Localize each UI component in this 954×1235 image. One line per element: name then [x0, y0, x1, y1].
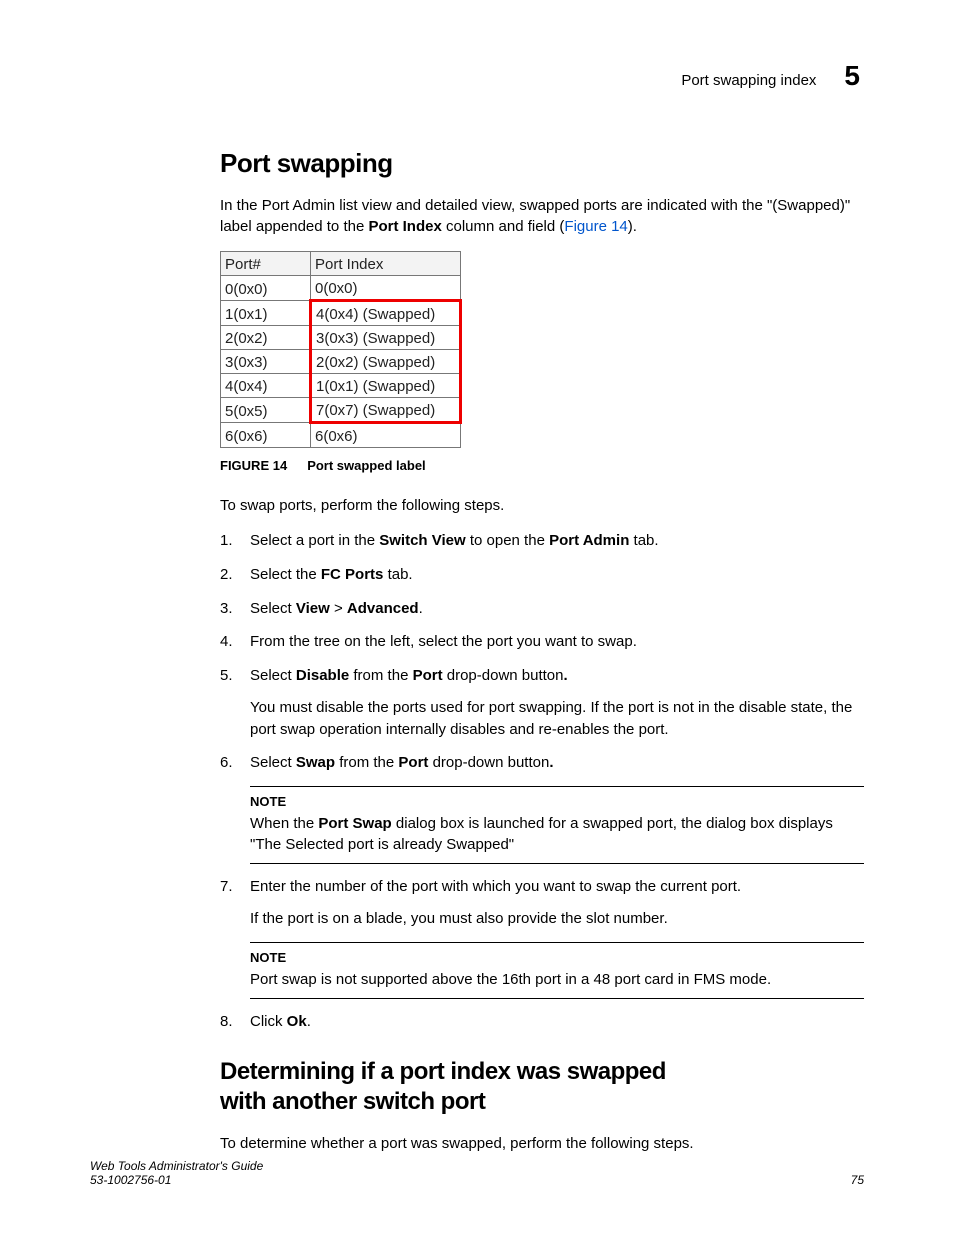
step-text: to open the — [466, 532, 549, 549]
subsection-line1: Determining if a port index was swapped — [220, 1058, 666, 1085]
table-row: 2(0x2) 3(0x3) (Swapped) — [221, 326, 461, 350]
step-8: Click Ok. — [220, 1011, 864, 1033]
cell-index: 1(0x1) (Swapped) — [311, 374, 461, 398]
step-bold: Disable — [296, 667, 349, 684]
page-number: 75 — [851, 1173, 864, 1187]
footer-doc-title: Web Tools Administrator's Guide — [90, 1159, 263, 1173]
page-header: Port swapping index 5 — [90, 60, 864, 92]
table-row: 4(0x4) 1(0x1) (Swapped) — [221, 374, 461, 398]
chapter-number: 5 — [844, 60, 860, 92]
cell-port: 1(0x1) — [221, 301, 311, 326]
cell-index: 7(0x7) (Swapped) — [311, 398, 461, 423]
section-title-determining: Determining if a port index was swapped … — [220, 1057, 864, 1117]
footer-left: Web Tools Administrator's Guide 53-10027… — [90, 1159, 263, 1187]
figure-caption-text: Port swapped label — [307, 458, 425, 473]
step-text: > — [330, 600, 347, 617]
cell-index: 6(0x6) — [311, 423, 461, 448]
step-text: Select — [250, 600, 296, 617]
note-text: When the — [250, 815, 318, 832]
page-content: Port swapping In the Port Admin list vie… — [220, 148, 864, 1154]
table-row: 5(0x5) 7(0x7) (Swapped) — [221, 398, 461, 423]
table-header-row: Port# Port Index — [221, 252, 461, 276]
note-label: NOTE — [250, 949, 864, 967]
step-bold: Port Admin — [549, 532, 629, 549]
step-text: drop-down button — [428, 754, 549, 771]
step-bold: View — [296, 600, 330, 617]
cell-index: 0(0x0) — [311, 276, 461, 301]
step-text: Select — [250, 754, 296, 771]
th-index: Port Index — [311, 252, 461, 276]
step-text: . — [307, 1013, 311, 1030]
steps-intro: To swap ports, perform the following ste… — [220, 495, 864, 516]
cell-port: 5(0x5) — [221, 398, 311, 423]
step-6: Select Swap from the Port drop-down butt… — [220, 752, 864, 864]
subsection-line2: with another switch port — [220, 1088, 485, 1115]
step-text: Click — [250, 1013, 287, 1030]
figure-label: FIGURE 14 — [220, 458, 287, 473]
note-block: NOTE When the Port Swap dialog box is la… — [250, 786, 864, 864]
step-bold: Port — [398, 754, 428, 771]
step-1: Select a port in the Switch View to open… — [220, 530, 864, 552]
step-7: Enter the number of the port with which … — [220, 876, 864, 999]
note-label: NOTE — [250, 793, 864, 811]
step-text: tab. — [629, 532, 658, 549]
cell-index: 2(0x2) (Swapped) — [311, 350, 461, 374]
step-text: Enter the number of the port with which … — [250, 878, 741, 895]
step-2: Select the FC Ports tab. — [220, 564, 864, 586]
note-text: Port swap is not supported above the 16t… — [250, 971, 771, 988]
step-text: Select a port in the — [250, 532, 379, 549]
step-text: Select — [250, 667, 296, 684]
table-row: 1(0x1) 4(0x4) (Swapped) — [221, 301, 461, 326]
step-bold: Switch View — [379, 532, 465, 549]
step-text: from the — [335, 754, 398, 771]
steps-list: Select a port in the Switch View to open… — [220, 530, 864, 1033]
step-4: From the tree on the left, select the po… — [220, 631, 864, 653]
intro-bold: Port Index — [368, 218, 441, 235]
step-5: Select Disable from the Port drop-down b… — [220, 665, 864, 740]
header-section-name: Port swapping index — [681, 72, 816, 89]
cell-port: 4(0x4) — [221, 374, 311, 398]
step-3: Select View > Advanced. — [220, 598, 864, 620]
step-bold: Swap — [296, 754, 335, 771]
step-text: Select the — [250, 566, 321, 583]
step-text: drop-down button — [443, 667, 564, 684]
intro-paragraph: In the Port Admin list view and detailed… — [220, 195, 864, 237]
port-swap-table: Port# Port Index 0(0x0) 0(0x0) 1(0x1) 4(… — [220, 251, 462, 448]
cell-index: 3(0x3) (Swapped) — [311, 326, 461, 350]
cell-port: 0(0x0) — [221, 276, 311, 301]
note-bold: Port Swap — [318, 815, 391, 832]
cell-port: 2(0x2) — [221, 326, 311, 350]
intro-text-b: column and field ( — [442, 218, 565, 235]
step-subtext: You must disable the ports used for port… — [250, 697, 864, 741]
section-title-port-swapping: Port swapping — [220, 148, 864, 179]
th-port: Port# — [221, 252, 311, 276]
step-bold: Ok — [287, 1013, 307, 1030]
table-row: 6(0x6) 6(0x6) — [221, 423, 461, 448]
figure-link[interactable]: Figure 14 — [564, 218, 627, 235]
page-footer: Web Tools Administrator's Guide 53-10027… — [90, 1159, 864, 1187]
step-text: . — [419, 600, 423, 617]
step-bold: FC Ports — [321, 566, 384, 583]
intro-text-c: ). — [628, 218, 637, 235]
cell-index: 4(0x4) (Swapped) — [311, 301, 461, 326]
step-subtext: If the port is on a blade, you must also… — [250, 908, 864, 930]
table-row: 0(0x0) 0(0x0) — [221, 276, 461, 301]
section2-intro: To determine whether a port was swapped,… — [220, 1133, 864, 1154]
step-bold: Advanced — [347, 600, 419, 617]
footer-doc-number: 53-1002756-01 — [90, 1173, 263, 1187]
step-text: from the — [349, 667, 412, 684]
figure-caption: FIGURE 14 Port swapped label — [220, 458, 864, 473]
table-row: 3(0x3) 2(0x2) (Swapped) — [221, 350, 461, 374]
step-bold: Port — [413, 667, 443, 684]
cell-port: 6(0x6) — [221, 423, 311, 448]
cell-port: 3(0x3) — [221, 350, 311, 374]
step-text: tab. — [383, 566, 412, 583]
note-block: NOTE Port swap is not supported above th… — [250, 942, 864, 999]
